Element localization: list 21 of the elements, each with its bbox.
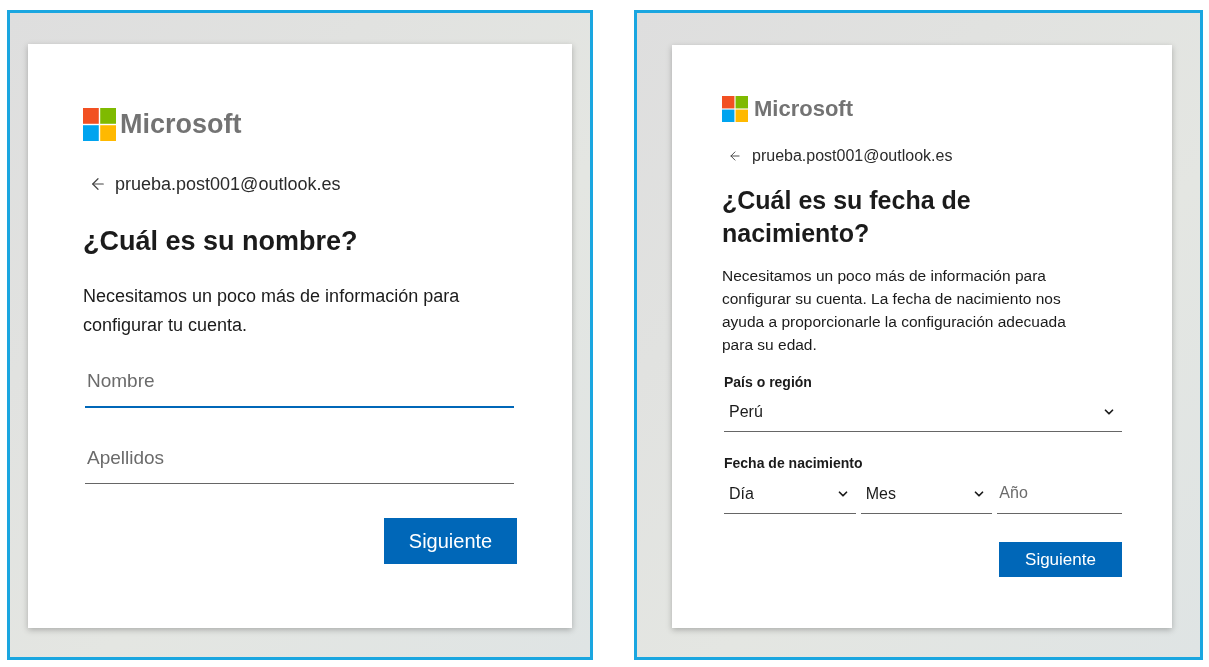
- page-title: ¿Cuál es su nombre?: [83, 225, 359, 258]
- description-text: Necesitamos un poco más de información para configurar tu cuenta.: [83, 285, 461, 337]
- text-input[interactable]: Apellidos: [85, 438, 514, 484]
- back-arrow-icon[interactable]: [728, 149, 742, 163]
- account-email: prueba.post001@outlook.es: [752, 146, 953, 166]
- description-text: Necesitamos un poco más de información para configurar su cuenta. La fecha de nacimiento nos ayuda a proporcionarle la configuración adecuada para su edad.: [722, 266, 1067, 355]
- dropdown-select[interactable]: Mes: [860, 474, 993, 514]
- dropdown-select[interactable]: Día: [724, 474, 856, 514]
- text-input[interactable]: Año: [997, 474, 1122, 514]
- dropdown-select[interactable]: Perú: [724, 392, 1122, 432]
- page-title: ¿Cuál es su fecha de nacimiento?: [722, 185, 972, 249]
- account-email: prueba.post001@outlook.es: [115, 173, 341, 196]
- text-input[interactable]: Nombre: [85, 362, 514, 408]
- next-button[interactable]: Siguiente: [999, 542, 1122, 577]
- four-squares-logo-icon: [83, 108, 116, 141]
- four-squares-logo-icon: [722, 96, 748, 122]
- next-button[interactable]: Siguiente: [384, 518, 517, 564]
- field-label: Fecha de nacimiento: [724, 454, 864, 472]
- logo-wordmark: Microsoft: [120, 108, 242, 141]
- logo-wordmark: Microsoft: [754, 96, 853, 122]
- field-label: País o región: [724, 373, 813, 391]
